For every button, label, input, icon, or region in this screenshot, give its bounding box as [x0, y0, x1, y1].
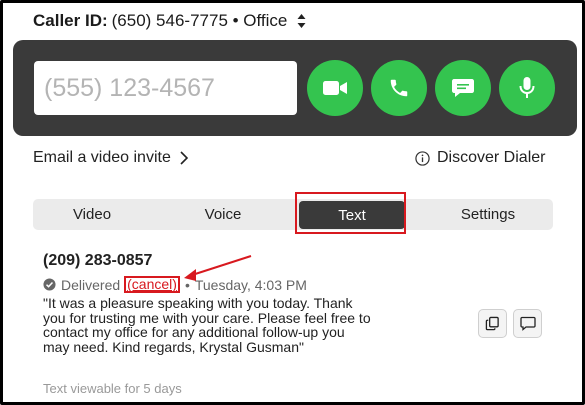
discover-dialer-label: Discover Dialer — [437, 149, 546, 166]
delivered-status: Delivered — [61, 276, 121, 293]
chevron-right-icon — [180, 151, 188, 165]
tab-text[interactable]: Text — [299, 201, 405, 229]
message-status-row: Delivered (cancel) • Tuesday, 4:03 PM — [43, 276, 307, 293]
chat-bubble-icon — [452, 79, 474, 97]
sort-arrows-icon[interactable] — [297, 13, 306, 29]
video-camera-icon — [323, 81, 347, 95]
microphone-icon — [519, 77, 535, 98]
copy-message-button[interactable] — [478, 309, 507, 338]
message-timestamp: Tuesday, 4:03 PM — [194, 276, 307, 293]
message-body: "It was a pleasure speaking with you tod… — [43, 295, 371, 355]
reply-message-button[interactable] — [513, 309, 542, 338]
phone-icon — [390, 79, 408, 97]
dial-panel — [13, 40, 577, 136]
chat-bubble-outline-icon — [519, 316, 536, 331]
info-icon — [415, 150, 430, 166]
tab-voice[interactable]: Voice — [163, 199, 283, 230]
microphone-button[interactable] — [499, 60, 555, 116]
copy-icon — [485, 316, 499, 331]
cancel-message-link[interactable]: (cancel) — [124, 276, 180, 293]
mode-tabs: Video Voice Text Settings — [33, 199, 553, 230]
status-separator: • — [184, 276, 190, 293]
tab-video[interactable]: Video — [33, 199, 151, 230]
discover-dialer-link[interactable]: Discover Dialer — [415, 149, 545, 167]
voice-call-button[interactable] — [371, 60, 427, 116]
dialer-window: Caller ID: (650) 546-7775 • Office Email… — [0, 0, 585, 405]
email-invite-label: Email a video invite — [33, 149, 171, 166]
phone-number-input[interactable] — [34, 61, 297, 115]
video-call-button[interactable] — [307, 60, 363, 116]
caller-id-value: (650) 546-7775 • Office — [111, 11, 288, 30]
caller-id-selector[interactable]: Caller ID: (650) 546-7775 • Office — [33, 11, 306, 31]
caller-id-label: Caller ID: — [33, 11, 108, 30]
message-recipient-number: (209) 283-0857 — [43, 252, 153, 269]
check-circle-icon — [43, 278, 56, 291]
email-video-invite-link[interactable]: Email a video invite — [33, 149, 188, 167]
text-message-button[interactable] — [435, 60, 491, 116]
tab-settings[interactable]: Settings — [423, 199, 553, 230]
text-viewable-duration: Text viewable for 5 days — [43, 381, 182, 396]
